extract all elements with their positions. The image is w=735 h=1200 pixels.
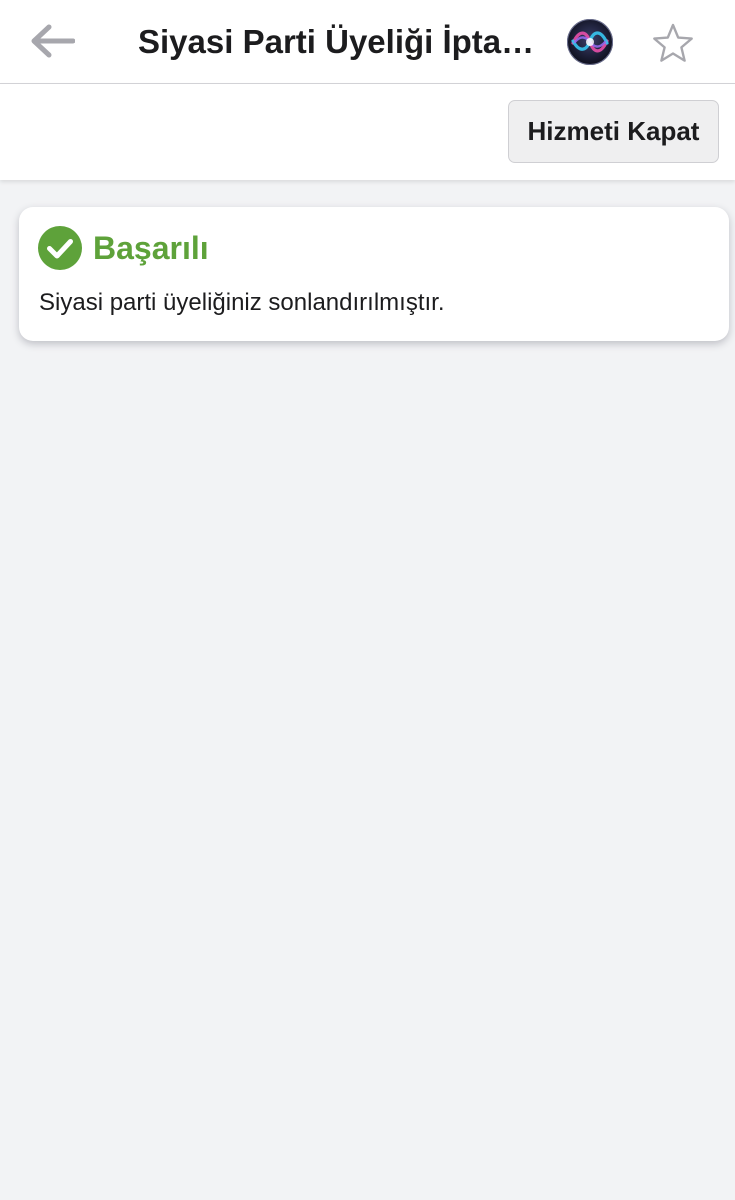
navigation-bar: Siyasi Parti Üyeliği İpta… (0, 0, 735, 84)
result-card: Başarılı Siyasi parti üyeliğiniz sonland… (19, 207, 729, 341)
favorite-button[interactable] (648, 18, 698, 68)
close-service-button[interactable]: Hizmeti Kapat (508, 100, 719, 163)
toolbar: Hizmeti Kapat (0, 84, 735, 180)
siri-button[interactable] (566, 18, 614, 66)
page-title: Siyasi Parti Üyeliği İpta… (138, 23, 535, 60)
back-button[interactable] (22, 17, 82, 65)
result-message: Siyasi parti üyeliğiniz sonlandırılmıştı… (39, 289, 445, 316)
siri-icon (567, 19, 613, 65)
result-heading: Başarılı (93, 230, 209, 266)
check-circle-icon (38, 226, 82, 270)
star-outline-icon (653, 23, 693, 62)
arrow-left-icon (31, 24, 75, 58)
